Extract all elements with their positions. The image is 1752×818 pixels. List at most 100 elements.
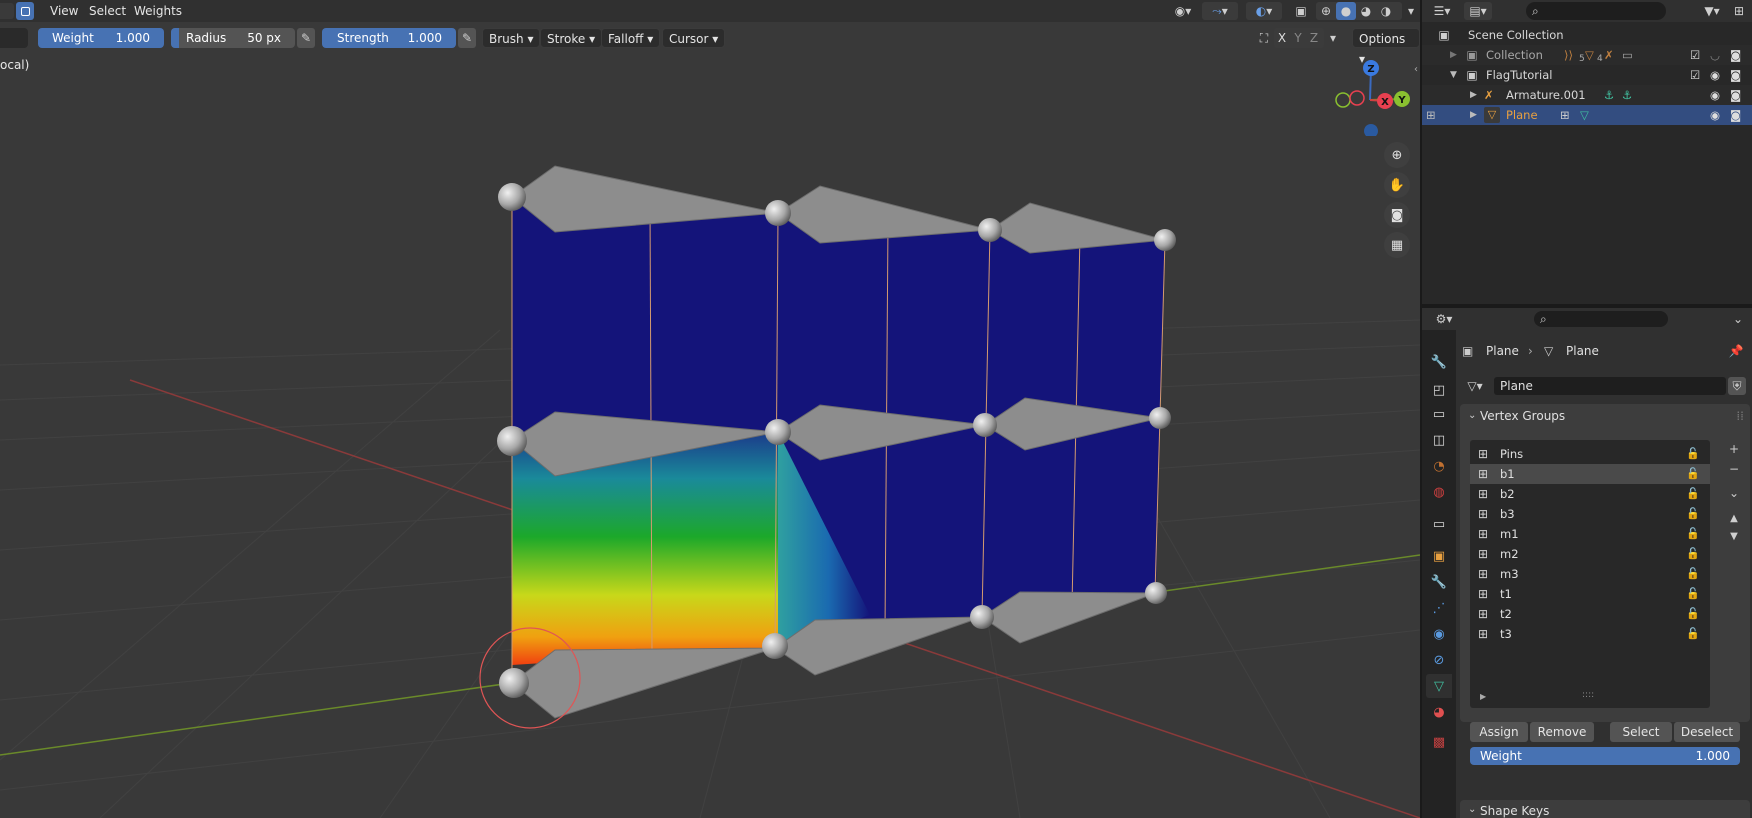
gizmo-toggle-icon[interactable]: ⤳ ▾ [1202, 2, 1238, 20]
render-camera-icon[interactable]: ◙ [1730, 85, 1741, 105]
options-chevron-icon[interactable]: ⌄ [1730, 310, 1746, 328]
mesh-browse-icon[interactable]: ▽▾ [1462, 377, 1488, 395]
collapse-chevron-icon[interactable]: ⌄ [1468, 404, 1476, 428]
weight-slider[interactable]: Weight 1.000 [38, 28, 164, 48]
output-tab-icon[interactable]: ▭ [1426, 402, 1452, 426]
render-camera-icon[interactable]: ◙ [1730, 65, 1741, 85]
new-collection-icon[interactable]: ⊞ [1730, 2, 1748, 20]
physics-tab-icon[interactable]: ◉ [1426, 622, 1452, 646]
unlock-icon[interactable]: 🔓 [1686, 604, 1700, 624]
pan-hand-icon[interactable]: ✋ [1384, 172, 1410, 198]
world-tab-icon[interactable]: ◍ [1426, 480, 1452, 504]
collection-tab-icon[interactable]: ▭ [1426, 512, 1452, 536]
vertex-group-row[interactable]: ⊞ b3 🔓 [1470, 504, 1710, 524]
mode-icon[interactable] [16, 2, 34, 20]
collapse-chevron-icon[interactable]: ⌄ [1468, 804, 1476, 815]
menu-select[interactable]: Select [89, 3, 126, 19]
radius-pressure-icon[interactable]: ✎ [297, 28, 315, 48]
outliner-search-input[interactable]: ⌕ [1526, 2, 1666, 20]
xray-icon[interactable]: ▣ [1292, 2, 1310, 20]
unlock-icon[interactable]: 🔓 [1686, 504, 1700, 524]
falloff-dropdown[interactable]: Falloff ▾ [601, 28, 661, 48]
material-shading-icon[interactable]: ◕ [1356, 2, 1376, 20]
list-expand-icon[interactable]: ▶ [1480, 692, 1486, 701]
filter-icon[interactable]: ▼▾ [1698, 2, 1726, 20]
specials-dropdown-icon[interactable]: ⌄ [1724, 484, 1744, 502]
vertex-group-row[interactable]: ⊞ t2 🔓 [1470, 604, 1710, 624]
vertex-group-row[interactable]: ⊞ m3 🔓 [1470, 564, 1710, 584]
options-dropdown[interactable]: Options ▾ [1352, 28, 1420, 66]
outliner-row-scene-collection[interactable]: ▣ Scene Collection [1422, 25, 1752, 45]
navigation-gizmo[interactable]: Z Y X [1330, 56, 1410, 136]
move-down-icon[interactable]: ▼ [1724, 528, 1744, 544]
editor-type-icon[interactable] [0, 3, 14, 19]
vertex-group-row[interactable]: ⊞ t1 🔓 [1470, 584, 1710, 604]
zoom-icon[interactable]: ⊕ [1384, 142, 1410, 168]
vertex-group-row[interactable]: ⊞ b1 🔓 [1470, 464, 1710, 484]
render-camera-icon[interactable]: ◙ [1730, 45, 1741, 65]
properties-editor-icon[interactable]: ⚙▾ [1430, 310, 1458, 328]
scene-canvas[interactable] [0, 0, 1420, 818]
display-mode-icon[interactable]: ▤▾ [1464, 2, 1492, 20]
brush-dropdown[interactable]: Brush ▾ [482, 28, 541, 48]
camera-icon[interactable]: ◙ [1384, 202, 1410, 228]
outliner-row-collection[interactable]: ▶ ▣ Collection ⟩⟩ 5 ▽ 4 ✗ ▭ ☑ ◡ ◙ [1422, 45, 1752, 65]
eye-icon[interactable]: ◉ [1710, 65, 1720, 85]
render-camera-icon[interactable]: ◙ [1730, 105, 1741, 125]
pin-icon[interactable]: 📌 [1728, 342, 1744, 360]
outliner-row-flagtutorial[interactable]: ▼ ▣ FlagTutorial ☑ ◉ ◙ [1422, 65, 1752, 85]
render-tab-icon[interactable]: ◰ [1426, 378, 1452, 402]
mesh-name-field[interactable]: Plane [1494, 377, 1726, 395]
list-resize-handle-icon[interactable]: :::: [1582, 690, 1594, 700]
view-layer-tab-icon[interactable]: ◫ [1426, 428, 1452, 452]
3d-viewport[interactable]: View Select Weights ◉▾ ⤳ ▾ ◐ ▾ ▣ ⊕ ● ◕ ◑ ▾… [0, 0, 1420, 818]
expand-arrow-icon[interactable]: ▼ [1450, 65, 1457, 85]
cursor-dropdown[interactable]: Cursor ▾ [662, 28, 726, 48]
vertex-group-row[interactable]: ⊞ Pins 🔓 [1470, 444, 1710, 464]
remove-group-icon[interactable]: − [1724, 460, 1744, 478]
add-group-icon[interactable]: + [1724, 440, 1744, 458]
outliner-editor-icon[interactable]: ☰▾ [1428, 2, 1456, 20]
outliner-row-plane[interactable]: ⊞ ▶ ▽ Plane ⊞ ▽ ◉ ◙ [1422, 105, 1752, 125]
collection-checkbox-icon[interactable]: ☑ [1690, 65, 1700, 85]
outliner-row-armature[interactable]: ▶ ✗ Armature.001 ⚓ ⚓ ◉ ◙ [1422, 85, 1752, 105]
object-tab-icon[interactable]: ▣ [1426, 544, 1452, 568]
scene-tab-icon[interactable]: ◔ [1426, 454, 1452, 478]
properties-search-input[interactable]: ⌕ [1534, 311, 1668, 327]
modifier-tab-icon[interactable]: 🔧 [1426, 570, 1452, 594]
collection-checkbox-icon[interactable]: ☑ [1690, 45, 1700, 65]
mesh-data-tab-icon[interactable]: ▽ [1426, 674, 1452, 698]
tool-tab-icon[interactable]: 🔧 [1426, 350, 1452, 374]
strength-slider[interactable]: Strength 1.000 [322, 28, 456, 48]
radius-slider[interactable]: Radius 50 px [171, 28, 295, 48]
assign-button[interactable]: Assign [1470, 722, 1528, 742]
unlock-icon[interactable]: 🔓 [1686, 624, 1700, 644]
flag-mesh[interactable] [497, 165, 1176, 719]
mirror-dropdown-icon[interactable]: ▾ [1326, 28, 1340, 48]
mirror-y-toggle[interactable]: Y [1290, 28, 1306, 48]
unlock-icon[interactable]: 🔓 [1686, 524, 1700, 544]
drag-handle-icon[interactable]: ⁞⁞ [1736, 404, 1744, 428]
expand-arrow-icon[interactable]: ▶ [1470, 105, 1477, 125]
unlock-icon[interactable]: 🔓 [1686, 484, 1700, 504]
unlock-icon[interactable]: 🔓 [1686, 544, 1700, 564]
material-tab-icon[interactable]: ◕ [1426, 700, 1452, 724]
shape-keys-panel-header[interactable]: ⌄ Shape Keys [1460, 800, 1750, 818]
unlock-icon[interactable]: 🔓 [1686, 564, 1700, 584]
mirror-icon[interactable]: ⛶ [1256, 28, 1272, 48]
unlock-icon[interactable]: 🔓 [1686, 464, 1700, 484]
deselect-button[interactable]: Deselect [1674, 722, 1740, 742]
vertex-groups-header[interactable]: ⌄ Vertex Groups ⁞⁞ [1460, 404, 1750, 428]
wireframe-shading-icon[interactable]: ⊕ [1316, 2, 1336, 20]
rendered-shading-icon[interactable]: ◑ [1376, 2, 1396, 20]
stroke-dropdown[interactable]: Stroke ▾ [540, 28, 603, 48]
shading-dropdown-icon[interactable]: ▾ [1404, 2, 1418, 20]
active-mode-icon[interactable]: ⊞ [1426, 105, 1436, 125]
ortho-grid-icon[interactable]: ▦ [1384, 232, 1410, 258]
eye-icon[interactable]: ◉ [1710, 85, 1720, 105]
strength-pressure-icon[interactable]: ✎ [458, 28, 476, 48]
unlock-icon[interactable]: 🔓 [1686, 584, 1700, 604]
unlock-icon[interactable]: 🔓 [1686, 444, 1700, 464]
menu-view[interactable]: View [50, 3, 78, 19]
vertex-group-row[interactable]: ⊞ b2 🔓 [1470, 484, 1710, 504]
